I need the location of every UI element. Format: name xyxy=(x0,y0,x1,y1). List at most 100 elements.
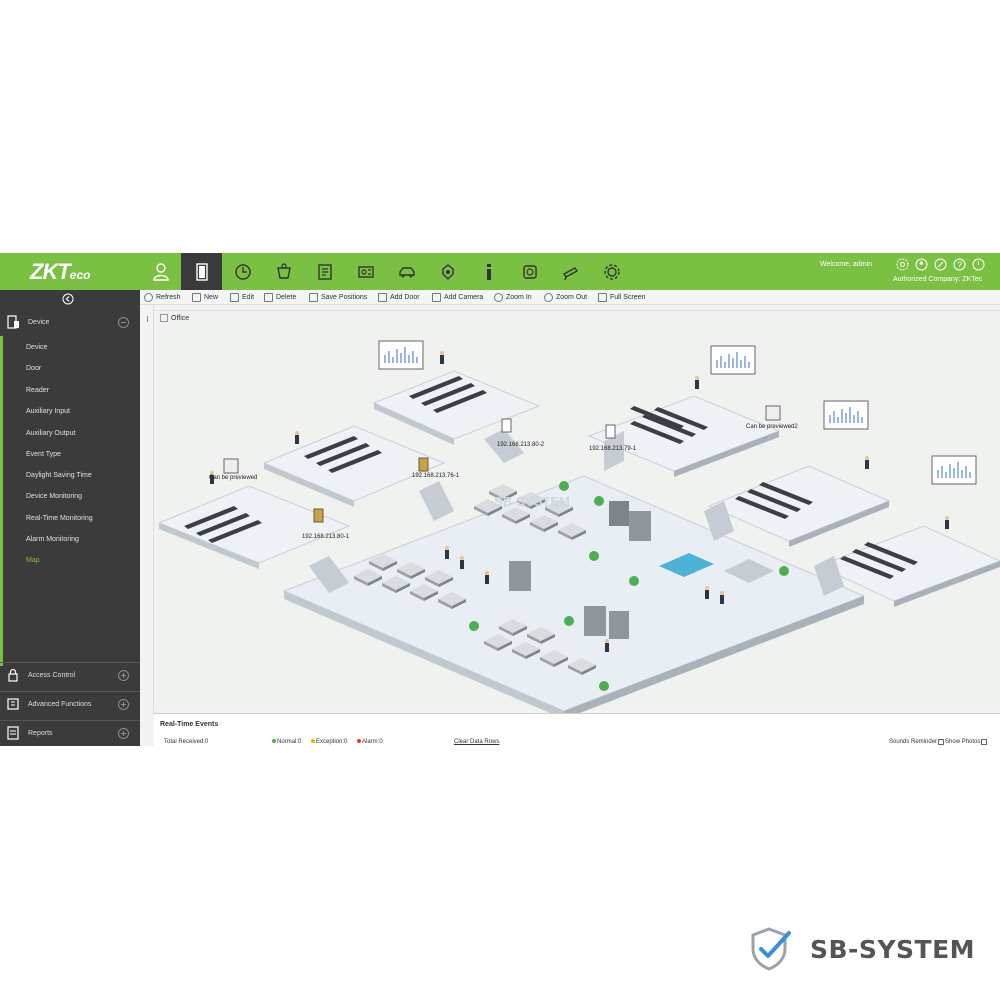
expand-group-icon[interactable] xyxy=(118,699,129,710)
attendance-module-icon[interactable] xyxy=(222,253,263,290)
save-positions-label: Save Positions xyxy=(321,294,368,301)
parking-module-icon[interactable] xyxy=(345,253,386,290)
camera-label[interactable]: Can be previewed2 xyxy=(746,424,798,430)
device-submenu: Device Door Reader Auxiliary Input Auxil… xyxy=(0,336,140,666)
collapse-group-icon[interactable] xyxy=(118,317,129,328)
sidebar-item-alarm-monitoring[interactable]: Alarm Monitoring xyxy=(26,536,79,543)
office-floor-plan: 192.168.213.80-1 192.168.213.76-1 192.16… xyxy=(157,340,1000,713)
zkteco-logo: ZKTeco xyxy=(30,259,90,285)
video-module-icon[interactable] xyxy=(550,253,591,290)
add-camera-label: Add Camera xyxy=(444,294,484,301)
edit-button[interactable]: Edit xyxy=(230,293,254,302)
door-label[interactable]: 192.168.213.79-1 xyxy=(589,446,637,452)
sidebar-item-map[interactable]: Map xyxy=(26,557,40,564)
watermark-text: SB-SYSTEM xyxy=(494,494,570,509)
sounds-reminder-checkbox[interactable] xyxy=(938,739,945,745)
lock-icon xyxy=(6,668,20,682)
zoom-out-button[interactable]: Zoom Out xyxy=(544,293,587,302)
header-tools: ? xyxy=(896,258,985,271)
user-icon[interactable] xyxy=(915,258,928,271)
full-screen-icon xyxy=(598,293,607,302)
sidebar-group-label: Advanced Functions xyxy=(28,701,92,708)
tree-panel-collapsed[interactable] xyxy=(140,305,154,715)
logout-icon[interactable] xyxy=(972,258,985,271)
sidebar-group-device[interactable]: Device xyxy=(0,310,140,336)
svg-text:?: ? xyxy=(958,261,963,270)
sidebar-item-door[interactable]: Door xyxy=(26,365,41,372)
add-camera-button[interactable]: Add Camera xyxy=(432,293,483,302)
events-title: Real-Time Events xyxy=(160,721,219,728)
refresh-button[interactable]: Refresh xyxy=(144,293,181,302)
new-icon xyxy=(192,293,201,302)
entrance-module-icon[interactable] xyxy=(468,253,509,290)
module-nav xyxy=(140,253,632,290)
clear-data-rows-link[interactable]: Clear Data Rows xyxy=(454,739,499,745)
help-icon[interactable]: ? xyxy=(953,258,966,271)
edit-icon xyxy=(230,293,239,302)
car-module-icon[interactable] xyxy=(386,253,427,290)
door-label[interactable]: 192.168.213.80-1 xyxy=(302,534,350,540)
ffr-module-icon[interactable] xyxy=(509,253,550,290)
save-positions-button[interactable]: Save Positions xyxy=(309,293,367,302)
collapse-sidebar-icon[interactable] xyxy=(62,292,74,305)
delete-button[interactable]: Delete xyxy=(264,293,296,302)
zoom-in-button[interactable]: Zoom In xyxy=(494,293,532,302)
total-received: Total Received:0 xyxy=(164,739,209,745)
system-settings-icon[interactable] xyxy=(591,253,632,290)
zoom-in-label: Zoom In xyxy=(506,294,532,301)
sidebar-group-access-control[interactable]: Access Control xyxy=(0,663,140,689)
door-label[interactable]: 192.168.213.76-1 xyxy=(412,473,460,479)
sidebar-item-real-time-monitoring[interactable]: Real-Time Monitoring xyxy=(26,515,93,522)
logo-main: ZKT xyxy=(30,259,71,284)
zoom-in-icon xyxy=(494,293,503,302)
add-door-label: Add Door xyxy=(390,294,420,301)
shield-check-icon xyxy=(751,927,791,971)
full-screen-label: Full Screen xyxy=(610,294,646,301)
visitor-module-icon[interactable] xyxy=(304,253,345,290)
personnel-module-icon[interactable] xyxy=(140,253,181,290)
brand-text: SB-SYSTEM xyxy=(810,935,976,964)
patrol-module-icon[interactable] xyxy=(427,253,468,290)
zoom-out-icon xyxy=(544,293,553,302)
alarm-count: Alarm:0 xyxy=(357,739,383,745)
sidebar-group-label: Access Control xyxy=(28,672,76,679)
logo-tail: eco xyxy=(69,268,91,282)
elevator-module-icon[interactable] xyxy=(263,253,304,290)
new-button[interactable]: New xyxy=(192,293,218,302)
settings-icon[interactable] xyxy=(896,258,909,271)
trash-icon xyxy=(264,293,273,302)
camera-label[interactable]: Can be previewed xyxy=(209,475,257,481)
expand-group-icon[interactable] xyxy=(118,670,129,681)
door-label[interactable]: 192.168.213.80-2 xyxy=(497,442,545,448)
sidebar-group-reports[interactable]: Reports xyxy=(0,721,140,746)
sidebar-group-label: Device xyxy=(28,319,50,326)
refresh-label: Refresh xyxy=(156,294,181,301)
sidebar-item-device-monitoring[interactable]: Device Monitoring xyxy=(26,493,82,500)
edit-label: Edit xyxy=(242,294,255,301)
map-toolbar: Refresh New Edit Delete Save Positions A… xyxy=(140,290,1000,305)
panel-handle[interactable] xyxy=(147,316,148,322)
device-icon xyxy=(6,315,20,329)
sidebar-item-auxiliary-output[interactable]: Auxiliary Output xyxy=(26,430,75,437)
door-icon xyxy=(378,293,387,302)
show-photos-label: Show Photos xyxy=(945,739,981,745)
full-screen-button[interactable]: Full Screen xyxy=(598,293,645,302)
access-module-icon[interactable] xyxy=(181,253,222,290)
sidebar-item-event-type[interactable]: Event Type xyxy=(26,451,61,458)
sidebar: Device Device Door Reader Auxiliary Inpu… xyxy=(0,290,140,746)
delete-label: Delete xyxy=(276,294,297,301)
expand-group-icon[interactable] xyxy=(118,728,129,739)
edit-icon[interactable] xyxy=(934,258,947,271)
zoom-out-label: Zoom Out xyxy=(556,294,588,301)
add-door-button[interactable]: Add Door xyxy=(378,293,420,302)
normal-count: Normal:0 xyxy=(272,739,301,745)
event-options: Sounds Reminder Show Photos xyxy=(889,739,988,745)
sidebar-item-auxiliary-input[interactable]: Auxiliary Input xyxy=(26,408,70,415)
sb-system-brand: SB-SYSTEM xyxy=(745,925,985,975)
sidebar-group-advanced-functions[interactable]: Advanced Functions xyxy=(0,692,140,718)
sidebar-item-device[interactable]: Device xyxy=(26,344,47,351)
sidebar-item-reader[interactable]: Reader xyxy=(26,387,49,394)
new-label: New xyxy=(204,294,219,301)
show-photos-checkbox[interactable] xyxy=(981,739,988,745)
sidebar-item-daylight-saving-time[interactable]: Daylight Saving Time xyxy=(26,472,92,479)
